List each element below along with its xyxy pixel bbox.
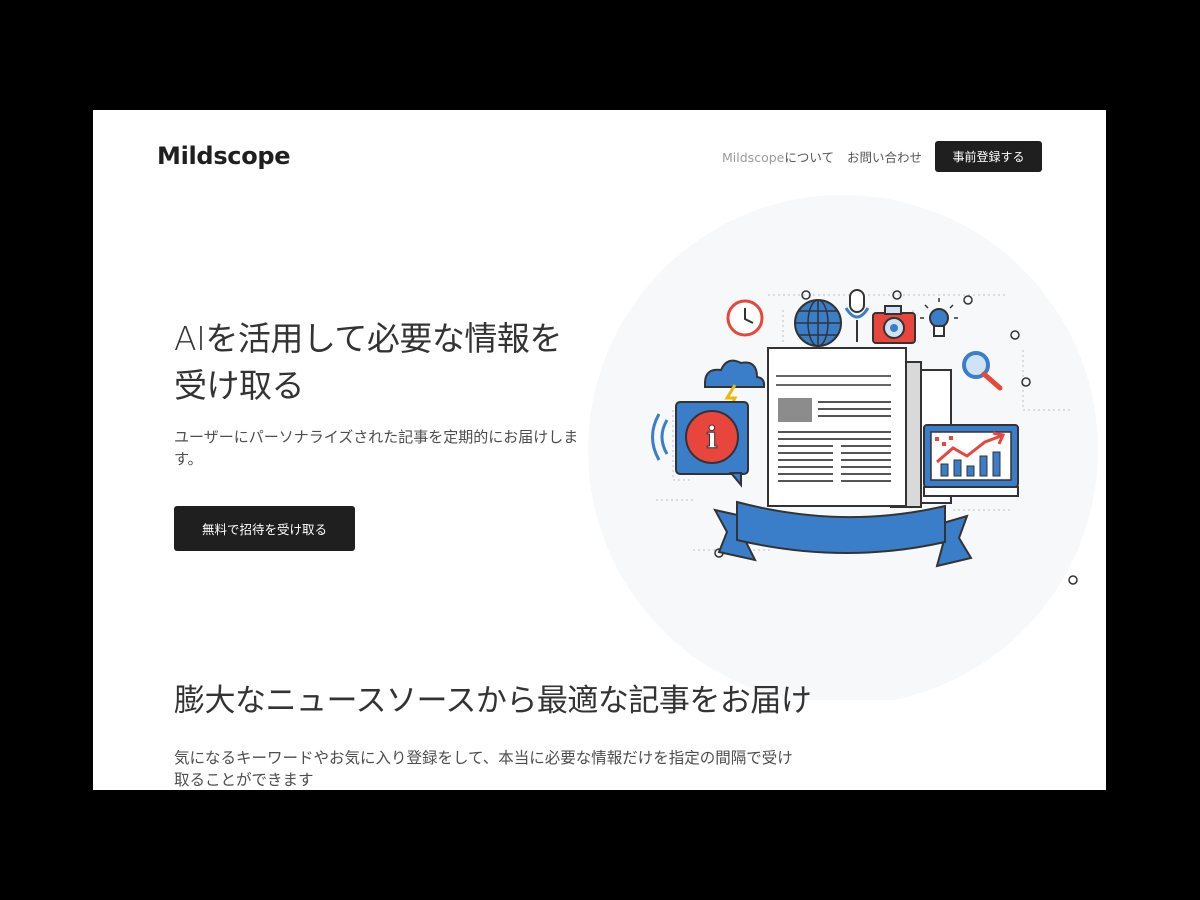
hero-title-rest: を活用して必要な情報を受け取る xyxy=(174,319,562,405)
site-logo[interactable]: Mildscope xyxy=(157,142,291,170)
hero-title: AIを活用して必要な情報を受け取る xyxy=(174,315,594,409)
svg-text:i: i xyxy=(706,421,717,456)
nav-link-about[interactable]: Mildscopeについて xyxy=(722,147,834,166)
feature-title: 膨大なニュースソースから最適な記事をお届け xyxy=(174,683,812,719)
invite-button[interactable]: 無料で招待を受け取る xyxy=(174,506,355,551)
register-button[interactable]: 事前登録する xyxy=(935,141,1042,172)
nav-about-brand: Mildscope xyxy=(722,150,785,165)
globe-icon xyxy=(794,299,842,347)
feature-subtitle: 気になるキーワードやお気に入り登録をして、本当に必要な情報だけを指定の間隔で受け… xyxy=(174,749,793,789)
monitor-chart-icon xyxy=(923,424,1019,497)
clock-icon xyxy=(726,299,764,337)
hero-subtitle: ユーザーにパーソナライズされた記事を定期的にお届けします。 xyxy=(174,428,579,468)
main-nav: Mildscopeについて お問い合わせ 事前登録する xyxy=(722,141,1042,172)
landing-page: Mildscope Mildscopeについて お問い合わせ 事前登録する AI… xyxy=(93,110,1106,790)
nav-link-contact[interactable]: お問い合わせ xyxy=(847,147,922,166)
nav-about-suffix: について xyxy=(784,150,834,165)
news-illustration: i xyxy=(588,195,1098,700)
hero-title-ai: AI xyxy=(174,319,206,358)
